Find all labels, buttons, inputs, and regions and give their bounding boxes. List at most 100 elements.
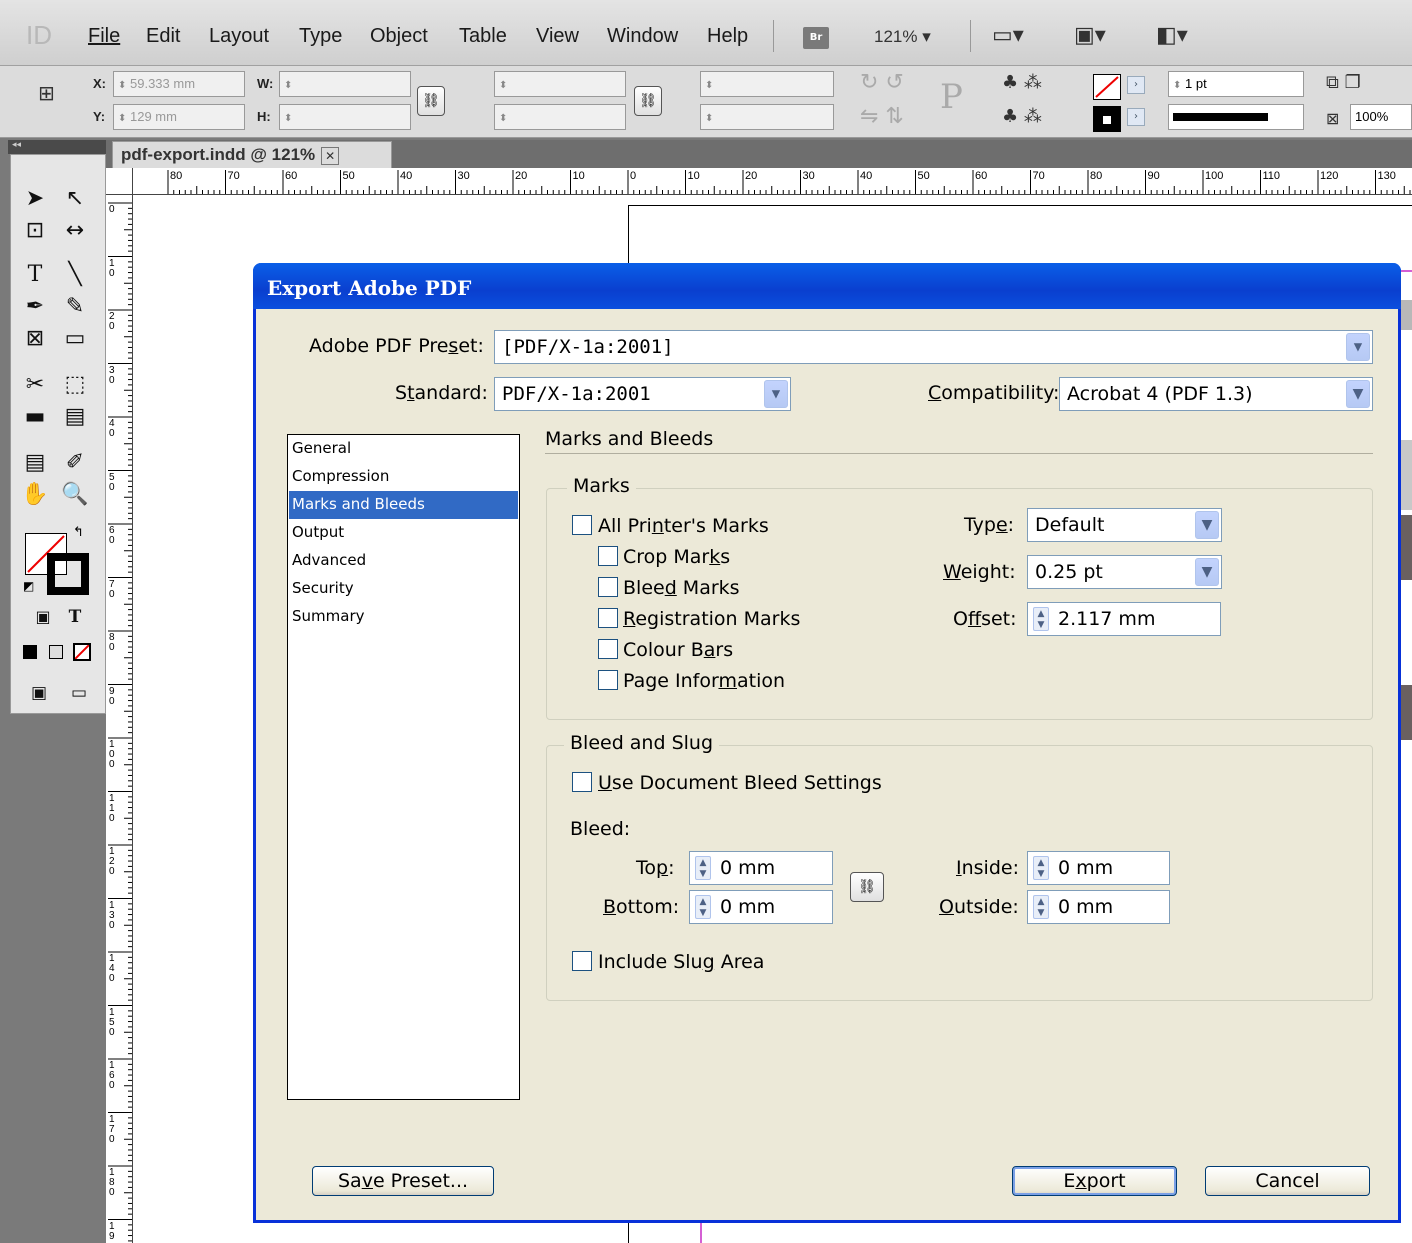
standard-select[interactable]: PDF/X-1a:2001 ▼ <box>494 377 791 411</box>
colour-bars-checkbox[interactable] <box>598 639 618 659</box>
fill-dropdown[interactable]: › <box>1127 76 1145 94</box>
direct-selection-tool-icon[interactable]: ↖ <box>57 185 93 213</box>
rotate-icon[interactable]: ↻ ↺ <box>860 72 904 94</box>
cancel-button[interactable]: Cancel <box>1205 1166 1370 1196</box>
registration-marks-checkbox[interactable] <box>598 608 618 628</box>
constrain-scale-icon[interactable]: ⛓ <box>634 86 662 116</box>
menu-type[interactable]: Type <box>299 25 342 48</box>
vertical-ruler[interactable]: 0 10 20 30 40 50 60 70 80 90 100 110 120 130 140 150 160… <box>106 195 133 1243</box>
menu-view[interactable]: View <box>536 25 579 48</box>
line-tool-icon[interactable]: ╲ <box>57 261 93 289</box>
nav-summary[interactable]: Summary <box>289 603 518 631</box>
free-transform-tool-icon[interactable]: ⬚ <box>57 371 93 399</box>
spinner-icon[interactable]: ▲ ▼ <box>695 856 711 880</box>
bleed-outside-field[interactable]: ▲ ▼ 0 mm <box>1027 890 1170 924</box>
stroke-swatch-icon[interactable] <box>1093 106 1121 132</box>
zoom-dropdown[interactable]: 121% ▾ <box>874 27 931 47</box>
bridge-button[interactable]: Br <box>803 27 829 49</box>
type-tool-icon[interactable]: T <box>17 261 53 289</box>
swap-colors-icon[interactable]: ↰ <box>73 525 84 540</box>
stroke-color-icon[interactable] <box>47 553 89 595</box>
stroke-type-select[interactable] <box>1168 104 1304 130</box>
menu-layout[interactable]: Layout <box>209 25 269 48</box>
menu-edit[interactable]: Edit <box>146 25 180 48</box>
nav-marks-and-bleeds[interactable]: Marks and Bleeds <box>289 491 518 519</box>
fill-none-icon[interactable] <box>1093 74 1121 100</box>
horizontal-ruler[interactable]: 80 70 60 50 40 30 20 10 0 10 20 30 40 50 60 70 80 90 100 11… <box>106 168 1412 195</box>
hand-tool-icon[interactable]: ✋ <box>17 481 53 509</box>
select-content-icon[interactable]: ♣ ⁂ <box>1002 106 1042 128</box>
bleed-bottom-field[interactable]: ▲ ▼ 0 mm <box>689 890 833 924</box>
reference-point-icon[interactable]: ⊞ <box>38 82 55 104</box>
document-tab[interactable]: pdf-export.indd @ 121% ✕ <box>112 141 392 168</box>
bleed-top-field[interactable]: ▲ ▼ 0 mm <box>689 851 833 885</box>
pen-tool-icon[interactable]: ✒ <box>17 293 53 321</box>
marks-weight-select[interactable]: 0.25 pt ▼ <box>1027 555 1222 589</box>
y-field[interactable]: ⬍ 129 mm <box>113 104 245 130</box>
spinner-icon[interactable]: ▲ ▼ <box>1033 895 1049 919</box>
ruler-origin[interactable] <box>106 168 133 195</box>
apply-color-icon[interactable] <box>23 645 37 659</box>
screen-mode-icon[interactable]: ▭▾ <box>992 25 1024 47</box>
apply-none-icon[interactable] <box>73 643 91 661</box>
note-tool-icon[interactable]: ▤ <box>17 449 53 477</box>
w-field[interactable]: ⬍ <box>279 71 411 97</box>
normal-view-icon[interactable]: ▣ <box>21 679 57 707</box>
view-options-icon[interactable]: ▣▾ <box>1074 25 1106 47</box>
menu-file[interactable]: File <box>88 25 120 48</box>
selection-tool-icon[interactable]: ➤ <box>17 185 53 213</box>
nav-advanced[interactable]: Advanced <box>289 547 518 575</box>
constrain-proportions-icon[interactable]: ⛓ <box>417 86 445 116</box>
rotation-field[interactable]: ⬍ <box>700 71 834 97</box>
use-document-bleed-checkbox[interactable] <box>572 772 592 792</box>
opacity-field[interactable]: 100% <box>1350 104 1412 130</box>
text-format-icon[interactable]: T <box>57 603 93 631</box>
link-bleed-icon[interactable]: ⛓ <box>850 872 884 902</box>
page-information-checkbox[interactable] <box>598 670 618 690</box>
gap-tool-icon[interactable]: ↔ <box>57 217 93 245</box>
scale-y-field[interactable]: ⬍ <box>494 104 626 130</box>
x-field[interactable]: ⬍ 59.333 mm <box>113 71 245 97</box>
eyedropper-tool-icon[interactable]: ✐ <box>57 449 93 477</box>
container-format-icon[interactable]: ▣ <box>25 603 61 631</box>
tools-collapse-icon[interactable]: ◂◂ <box>8 140 106 154</box>
close-tab-icon[interactable]: ✕ <box>321 146 340 165</box>
nav-security[interactable]: Security <box>289 575 518 603</box>
menu-table[interactable]: Table <box>459 25 507 48</box>
arrange-documents-icon[interactable]: ◧▾ <box>1156 25 1188 47</box>
menu-window[interactable]: Window <box>607 25 678 48</box>
preview-mode-icon[interactable]: ▭ <box>61 679 97 707</box>
bleed-inside-field[interactable]: ▲ ▼ 0 mm <box>1027 851 1170 885</box>
scissors-tool-icon[interactable]: ✂ <box>17 371 53 399</box>
marks-type-select[interactable]: Default ▼ <box>1027 508 1222 542</box>
spinner-icon[interactable]: ▲ ▼ <box>695 895 711 919</box>
scale-x-field[interactable]: ⬍ <box>494 71 626 97</box>
default-colors-icon[interactable]: ◩ <box>23 579 34 593</box>
include-slug-checkbox[interactable] <box>572 951 592 971</box>
nav-output[interactable]: Output <box>289 519 518 547</box>
bleed-marks-checkbox[interactable] <box>598 577 618 597</box>
compatibility-select[interactable]: Acrobat 4 (PDF 1.3) ▼ <box>1059 377 1373 411</box>
nav-general[interactable]: General <box>289 435 518 463</box>
apply-gradient-icon[interactable] <box>49 645 63 659</box>
gradient-swatch-tool-icon[interactable]: ▬ <box>17 403 53 431</box>
shear-field[interactable]: ⬍ <box>700 104 834 130</box>
menu-help[interactable]: Help <box>707 25 748 48</box>
drop-shadow-icon[interactable]: ⧉ ❐ <box>1326 72 1361 94</box>
gradient-feather-tool-icon[interactable]: ▤ <box>57 403 93 431</box>
all-printers-marks-checkbox[interactable] <box>572 515 592 535</box>
flip-icon[interactable]: ⇋ ⇅ <box>860 106 904 128</box>
export-button[interactable]: Export <box>1012 1166 1177 1196</box>
stroke-dropdown[interactable]: › <box>1127 108 1145 126</box>
zoom-tool-icon[interactable]: 🔍 <box>57 481 93 509</box>
save-preset-button[interactable]: Save Preset... <box>312 1166 494 1196</box>
pencil-tool-icon[interactable]: ✎ <box>57 293 93 321</box>
stroke-weight-field[interactable]: ⬍ 1 pt <box>1168 71 1304 97</box>
nav-compression[interactable]: Compression <box>289 463 518 491</box>
rectangle-tool-icon[interactable]: ▭ <box>57 325 93 353</box>
menu-object[interactable]: Object <box>370 25 428 48</box>
spinner-icon[interactable]: ▲ ▼ <box>1033 607 1049 631</box>
offset-field[interactable]: ▲ ▼ 2.117 mm <box>1027 602 1221 636</box>
page-tool-icon[interactable]: ⊡ <box>17 217 53 245</box>
preset-select[interactable]: [PDF/X-1a:2001] ▼ <box>494 330 1373 364</box>
